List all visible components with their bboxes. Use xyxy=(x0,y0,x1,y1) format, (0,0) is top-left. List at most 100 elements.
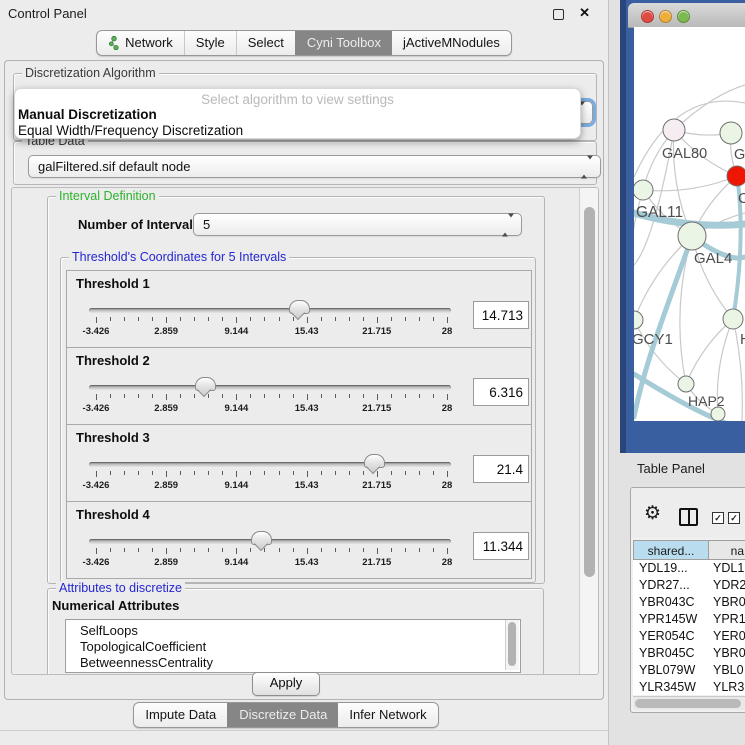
settings-scrollbar-thumb[interactable] xyxy=(584,207,595,577)
slider-tick xyxy=(264,471,265,475)
network-node-small-node[interactable] xyxy=(711,407,725,421)
table-row[interactable]: YDR27...YDR2 xyxy=(633,577,745,594)
attribute-item-topologicalcoefficient[interactable]: TopologicalCoefficient xyxy=(66,639,520,655)
numerical-attributes-list[interactable]: SelfLoopsTopologicalCoefficientBetweenne… xyxy=(65,619,521,673)
network-node-red-node[interactable] xyxy=(727,166,745,186)
slider-tick xyxy=(222,471,223,475)
tab-cyni-toolbox[interactable]: Cyni Toolbox xyxy=(295,31,392,55)
cell-name[interactable]: YBR0 xyxy=(709,645,745,662)
tab-infer-network[interactable]: Infer Network xyxy=(338,703,437,727)
table-horizontal-scrollbar-thumb[interactable] xyxy=(635,699,741,708)
attributes-scrollbar[interactable] xyxy=(505,620,519,670)
cell-shared-name[interactable]: YPR145W xyxy=(633,611,709,628)
slider-thumb[interactable] xyxy=(289,300,310,314)
network-node-gal80[interactable] xyxy=(663,119,685,141)
cell-name[interactable]: YDL1 xyxy=(709,560,745,577)
network-node-label-h-partial: H xyxy=(740,331,745,348)
slider-track[interactable] xyxy=(89,385,451,390)
cell-shared-name[interactable]: YDR27... xyxy=(633,577,709,594)
table-data-combo[interactable]: galFiltered.sif default node xyxy=(28,155,601,178)
cell-shared-name[interactable]: YLR345W xyxy=(633,679,709,695)
network-node-gcy1[interactable] xyxy=(634,311,643,329)
tab-style[interactable]: Style xyxy=(184,31,236,55)
slider-track[interactable] xyxy=(89,308,451,313)
slider-tick xyxy=(307,317,308,323)
cell-shared-name[interactable]: YBR043C xyxy=(633,594,709,611)
threshold-slider-3[interactable]: -3.4262.8599.14415.4321.71528 xyxy=(89,425,451,501)
table-row[interactable]: YLR345WYLR3 xyxy=(633,679,745,695)
settings-gear-icon[interactable]: ⚙ xyxy=(644,504,661,523)
threshold-slider-4[interactable]: -3.4262.8599.14415.4321.71528 xyxy=(89,502,451,578)
cell-shared-name[interactable]: YBL079W xyxy=(633,662,709,679)
slider-track[interactable] xyxy=(89,462,451,467)
cell-shared-name[interactable]: YDL19... xyxy=(633,560,709,577)
attribute-item-betweennesscentrality[interactable]: BetweennessCentrality xyxy=(66,655,520,671)
cell-shared-name[interactable]: YER054C xyxy=(633,628,709,645)
float-window-icon[interactable] xyxy=(553,9,564,20)
network-node-h-partial[interactable] xyxy=(723,309,743,329)
network-node-ga-partial[interactable] xyxy=(720,122,742,144)
network-node-gal11[interactable] xyxy=(634,180,653,200)
tab-label: Cyni Toolbox xyxy=(307,35,381,51)
cell-name[interactable]: YPR1 xyxy=(709,611,745,628)
table-row[interactable]: YBR045CYBR0 xyxy=(633,645,745,662)
minimize-traffic-light[interactable] xyxy=(659,10,672,23)
table-row[interactable]: YPR145WYPR1 xyxy=(633,611,745,628)
column-checkbox-icon[interactable]: ✓ xyxy=(728,512,740,524)
threshold-value-field[interactable]: 11.344 xyxy=(473,532,529,560)
threshold-slider-2[interactable]: -3.4262.8599.14415.4321.71528 xyxy=(89,348,451,424)
network-canvas[interactable]: GAL80GACGAL11GAL4GCY1HHAP2 xyxy=(634,27,745,421)
settings-scrollbar[interactable] xyxy=(579,188,599,674)
tab-network[interactable]: Network xyxy=(97,31,184,55)
slider-tick xyxy=(110,548,111,552)
slider-tick-label: 21.715 xyxy=(362,326,391,337)
slider-thumb[interactable] xyxy=(195,377,216,391)
algorithm-option-equal-width[interactable]: Equal Width/Frequency Discretization xyxy=(18,123,243,138)
slider-tick xyxy=(250,471,251,475)
apply-button[interactable]: Apply xyxy=(252,672,320,696)
slider-thumb[interactable] xyxy=(251,531,272,545)
tab-jactivemnodules[interactable]: jActiveMNodules xyxy=(392,31,511,55)
algorithm-option-manual[interactable]: Manual Discretization xyxy=(18,107,157,122)
cell-name[interactable]: YLR3 xyxy=(709,679,745,695)
slider-tick-label: 28 xyxy=(442,403,453,414)
column-checkbox-icon[interactable]: ✓ xyxy=(712,512,724,524)
table-row[interactable]: YDL19...YDL1 xyxy=(633,560,745,577)
network-window-titlebar[interactable] xyxy=(628,3,745,28)
attributes-scrollbar-thumb[interactable] xyxy=(508,622,516,666)
slider-tick-label: 15.43 xyxy=(295,326,319,337)
column-header-shared-name[interactable]: shared... xyxy=(633,540,709,560)
column-header-name[interactable]: na xyxy=(709,540,745,560)
tab-discretize-data[interactable]: Discretize Data xyxy=(227,703,338,727)
cell-name[interactable]: YDR2 xyxy=(709,577,745,594)
table-row[interactable]: YER054CYER0 xyxy=(633,628,745,645)
cell-shared-name[interactable]: YBR045C xyxy=(633,645,709,662)
network-node-hap2[interactable] xyxy=(678,376,694,392)
threshold-value-field[interactable]: 21.4 xyxy=(473,455,529,483)
algorithm-combo-placeholder[interactable]: Select algorithm to view settings xyxy=(15,92,580,107)
cell-name[interactable]: YBR0 xyxy=(709,594,745,611)
zoom-traffic-light[interactable] xyxy=(677,10,690,23)
table-horizontal-scrollbar[interactable] xyxy=(633,696,745,710)
table-row[interactable]: YBR043CYBR0 xyxy=(633,594,745,611)
threshold-slider-1[interactable]: -3.4262.8599.14415.4321.71528 xyxy=(89,271,451,347)
close-traffic-light[interactable] xyxy=(641,10,654,23)
network-node-gal4[interactable] xyxy=(678,222,706,250)
close-icon[interactable]: ✕ xyxy=(579,5,590,21)
tab-impute-data[interactable]: Impute Data xyxy=(134,703,227,727)
cell-name[interactable]: YBL0 xyxy=(709,662,745,679)
threshold-value-field[interactable]: 6.316 xyxy=(473,378,529,406)
table-row[interactable]: YBL079WYBL0 xyxy=(633,662,745,679)
control-panel-tabbar: NetworkStyleSelect Cyni Toolbox jActiveMNo… xyxy=(0,30,608,56)
slider-tick-label: 9.144 xyxy=(225,326,249,337)
num-intervals-combo[interactable]: 5 xyxy=(193,213,522,236)
slider-thumb[interactable] xyxy=(364,454,385,468)
slider-tick-label: 2.859 xyxy=(154,557,178,568)
cell-name[interactable]: YER0 xyxy=(709,628,745,645)
tab-select[interactable]: Select xyxy=(236,31,295,55)
threshold-value-field[interactable]: 14.713 xyxy=(473,301,529,329)
attribute-item-selfloops[interactable]: SelfLoops xyxy=(66,623,520,639)
slider-tick-label: 15.43 xyxy=(295,403,319,414)
network-graph[interactable]: GAL80GACGAL11GAL4GCY1HHAP2 xyxy=(634,27,745,421)
split-columns-icon[interactable] xyxy=(679,508,698,526)
